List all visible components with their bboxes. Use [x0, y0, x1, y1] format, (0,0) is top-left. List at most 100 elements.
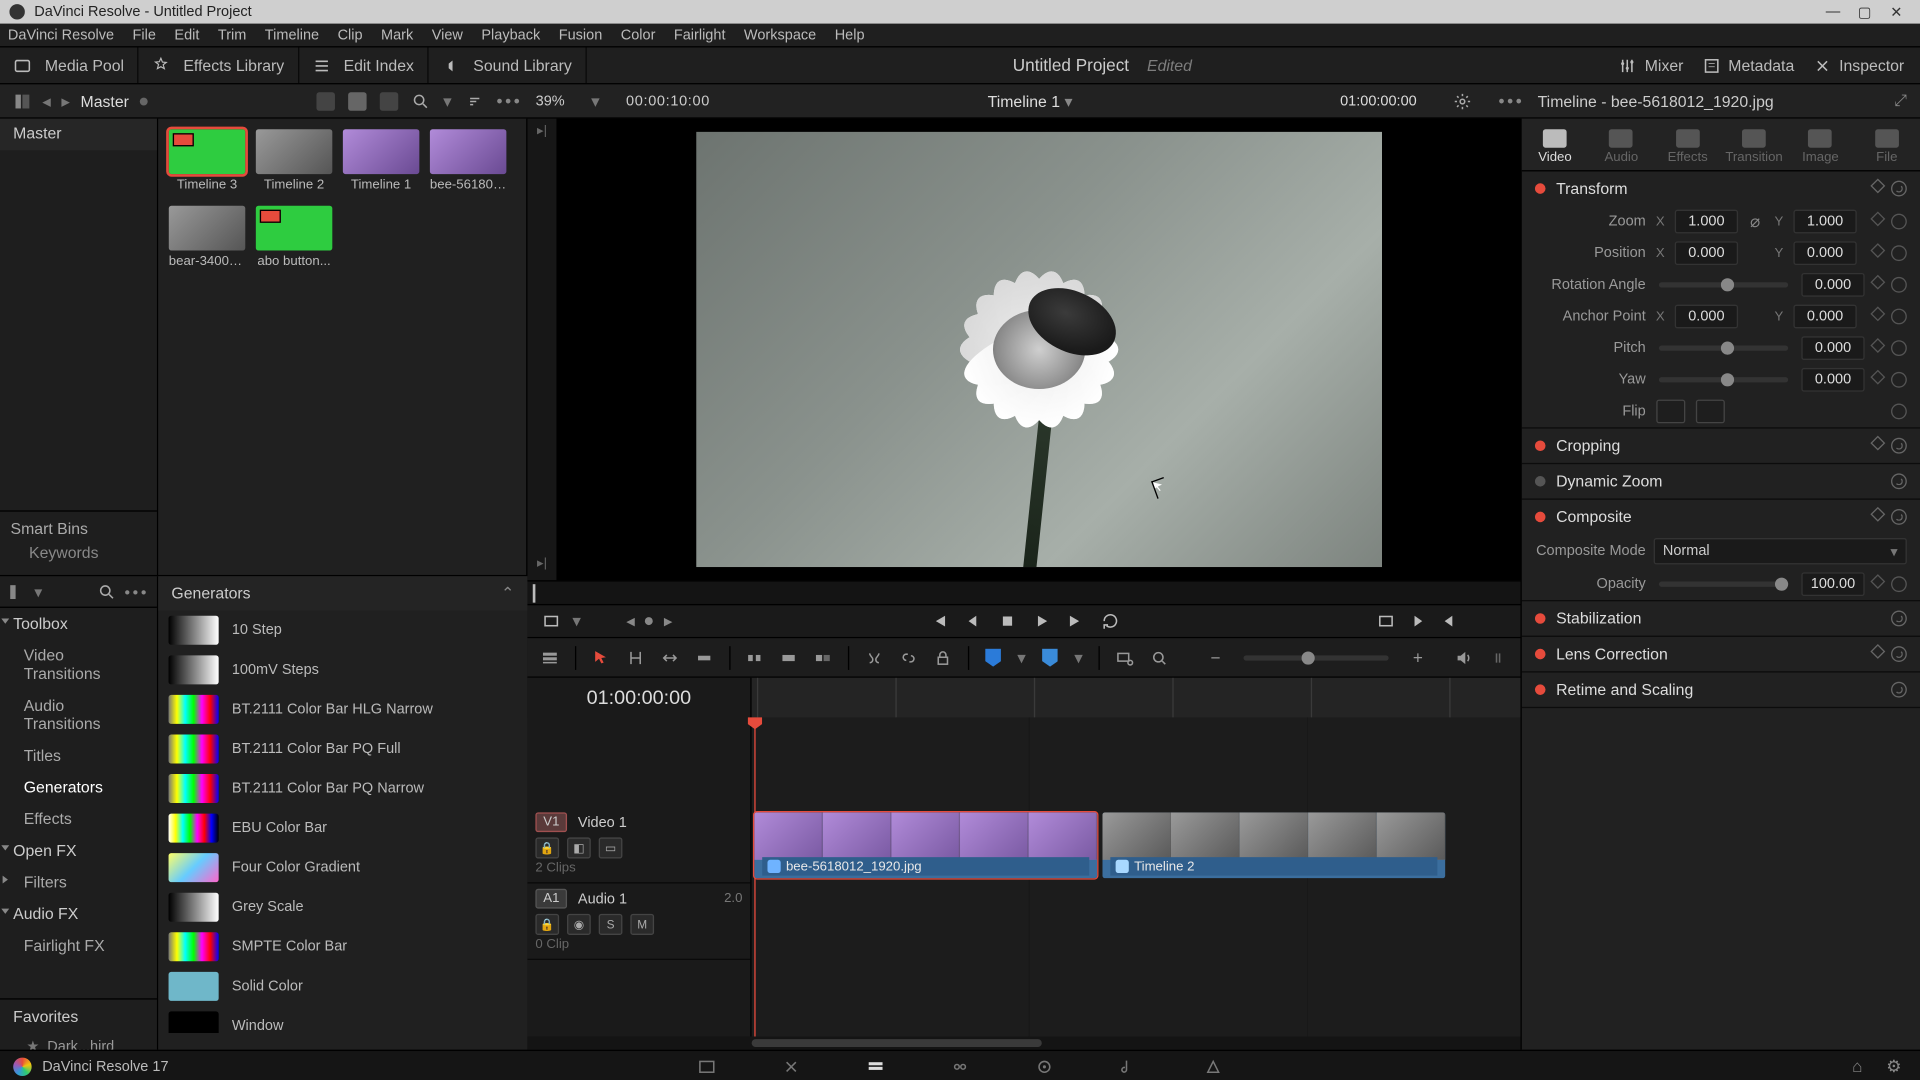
pool-layout-icon[interactable] [13, 92, 31, 110]
menu-workspace[interactable]: Workspace [744, 27, 816, 43]
bypass-dropdown-icon[interactable]: ▾ [572, 611, 581, 632]
breadcrumb-master[interactable]: Master [81, 92, 129, 110]
inspector-tab-effects[interactable]: Effects [1655, 129, 1721, 170]
position-x-input[interactable]: 0.000 [1675, 241, 1738, 265]
stop-button[interactable] [996, 611, 1017, 632]
section-composite[interactable]: Composite [1556, 508, 1632, 526]
fx-node-generators[interactable]: Generators [0, 771, 157, 803]
page-fairlight[interactable] [1114, 1054, 1143, 1078]
fx-layout-icon[interactable] [8, 582, 26, 600]
razor-icon[interactable] [865, 646, 883, 670]
bypass-fx-icon[interactable] [541, 611, 562, 632]
generator-item[interactable]: Grey Scale [158, 887, 527, 927]
media-clip[interactable]: Timeline 3 [169, 129, 245, 192]
menu-davinci[interactable]: DaVinci Resolve [8, 27, 114, 43]
media-clip[interactable]: bee-561801... [430, 129, 506, 192]
mixer-toggle[interactable]: Mixer [1618, 56, 1683, 74]
generator-item[interactable]: BT.2111 Color Bar HLG Narrow [158, 690, 527, 730]
fx-node-audiofx[interactable]: Audio FX [0, 898, 157, 930]
effects-library-toggle[interactable]: Effects Library [139, 47, 299, 83]
fx-node-effects[interactable]: Effects [0, 803, 157, 835]
generator-item[interactable]: EBU Color Bar [158, 808, 527, 848]
timeline-ruler[interactable] [752, 678, 1521, 718]
selection-tool-icon[interactable] [592, 646, 610, 670]
reset-icon[interactable] [1891, 181, 1907, 197]
view-list-icon[interactable] [316, 92, 334, 110]
lock-icon[interactable] [934, 646, 952, 670]
viewer-timeline-name[interactable]: Timeline 1 ▾ [988, 92, 1073, 110]
audio-record-icon[interactable]: ◉ [567, 914, 591, 935]
media-clip[interactable]: bear-34006... [169, 206, 245, 269]
loop-button[interactable] [1099, 611, 1120, 632]
inspector-tab-transition[interactable]: Transition [1721, 129, 1787, 170]
section-retime[interactable]: Retime and Scaling [1556, 680, 1693, 698]
opacity-input[interactable]: 100.00 [1801, 572, 1864, 596]
menu-view[interactable]: View [432, 27, 463, 43]
inspector-toggle[interactable]: Inspector [1813, 56, 1904, 74]
generator-item[interactable]: Window [158, 1006, 527, 1032]
timeline-timecode[interactable]: 01:00:00:00 [527, 678, 751, 718]
timeline-scrollbar[interactable] [527, 1036, 1520, 1049]
edit-index-toggle[interactable]: Edit Index [299, 47, 429, 83]
window-maximize-button[interactable]: ▢ [1849, 3, 1881, 20]
bin-master[interactable]: Master [0, 119, 157, 151]
monitor-bars-icon[interactable] [1489, 646, 1507, 670]
track-auto-select-icon[interactable]: ◧ [567, 837, 591, 858]
timeline-zoom-slider[interactable] [1244, 655, 1389, 660]
trim-tool-icon[interactable] [626, 646, 644, 670]
menu-edit[interactable]: Edit [174, 27, 199, 43]
prev-marker-icon[interactable]: ◂ [626, 611, 635, 632]
home-icon[interactable]: ⌂ [1852, 1056, 1862, 1077]
generator-item[interactable]: 100mV Steps [158, 650, 527, 690]
dynamic-trim-icon[interactable] [660, 646, 678, 670]
menu-mark[interactable]: Mark [381, 27, 413, 43]
menu-clip[interactable]: Clip [338, 27, 363, 43]
position-y-input[interactable]: 0.000 [1793, 241, 1856, 265]
fx-node-titles[interactable]: Titles [0, 740, 157, 772]
anchor-x-input[interactable]: 0.000 [1675, 305, 1738, 329]
timeline-lanes[interactable]: bee-5618012_1920.jpg Timeline 2 [752, 717, 1521, 1036]
viewer-gear-icon[interactable] [1454, 92, 1472, 110]
opacity-slider[interactable] [1659, 582, 1788, 587]
zoom-y-input[interactable]: 1.000 [1793, 210, 1856, 234]
pitch-slider[interactable] [1659, 345, 1788, 350]
inspector-expand-icon[interactable]: ⤢ [1894, 91, 1907, 111]
audio-track-tag[interactable]: A1 [535, 889, 567, 909]
go-in-button[interactable] [1407, 611, 1428, 632]
track-disable-icon[interactable]: ▭ [599, 837, 623, 858]
fx-node-filters[interactable]: Filters [0, 866, 157, 898]
audio-monitor-icon[interactable] [1455, 646, 1473, 670]
track-lock-icon[interactable]: 🔒 [535, 837, 559, 858]
video-track-header[interactable]: V1Video 1 🔒 ◧ ▭ 2 Clips [527, 807, 750, 883]
fx-search-icon[interactable] [98, 582, 116, 600]
marker-icon[interactable] [1042, 646, 1059, 670]
page-edit[interactable] [861, 1054, 890, 1078]
window-close-button[interactable]: ✕ [1880, 3, 1912, 20]
step-back-button[interactable] [962, 611, 983, 632]
rotation-slider[interactable] [1659, 282, 1788, 287]
menu-fusion[interactable]: Fusion [559, 27, 603, 43]
page-color[interactable] [1030, 1054, 1059, 1078]
page-fusion[interactable] [946, 1054, 975, 1078]
sort-icon[interactable] [465, 92, 483, 110]
section-lens-correction[interactable]: Lens Correction [1556, 645, 1668, 663]
page-media[interactable] [692, 1054, 721, 1078]
menu-color[interactable]: Color [621, 27, 656, 43]
next-marker-icon[interactable]: ▸ [664, 611, 673, 632]
fx-node-fairlightfx[interactable]: Fairlight FX [0, 930, 157, 962]
menu-trim[interactable]: Trim [218, 27, 246, 43]
flip-h-button[interactable] [1656, 400, 1685, 424]
zoom-x-input[interactable]: 1.000 [1675, 210, 1738, 234]
more-icon[interactable]: ••• [497, 91, 523, 111]
viewer-scrubber[interactable] [527, 580, 1520, 604]
menu-help[interactable]: Help [835, 27, 865, 43]
project-settings-icon[interactable]: ⚙ [1886, 1056, 1901, 1077]
flag-dropdown-icon[interactable]: ▾ [1017, 647, 1026, 668]
generator-item[interactable]: BT.2111 Color Bar PQ Narrow [158, 769, 527, 809]
media-pool-toggle[interactable]: Media Pool [0, 47, 139, 83]
rotation-input[interactable]: 0.000 [1801, 273, 1864, 297]
fx-node-video-transitions[interactable]: Video Transitions [0, 640, 157, 690]
inspector-tab-image[interactable]: Image [1787, 129, 1853, 170]
search-timeline-icon[interactable] [1115, 646, 1133, 670]
viewer-match-frame-icon[interactable]: ▸| [533, 556, 551, 574]
